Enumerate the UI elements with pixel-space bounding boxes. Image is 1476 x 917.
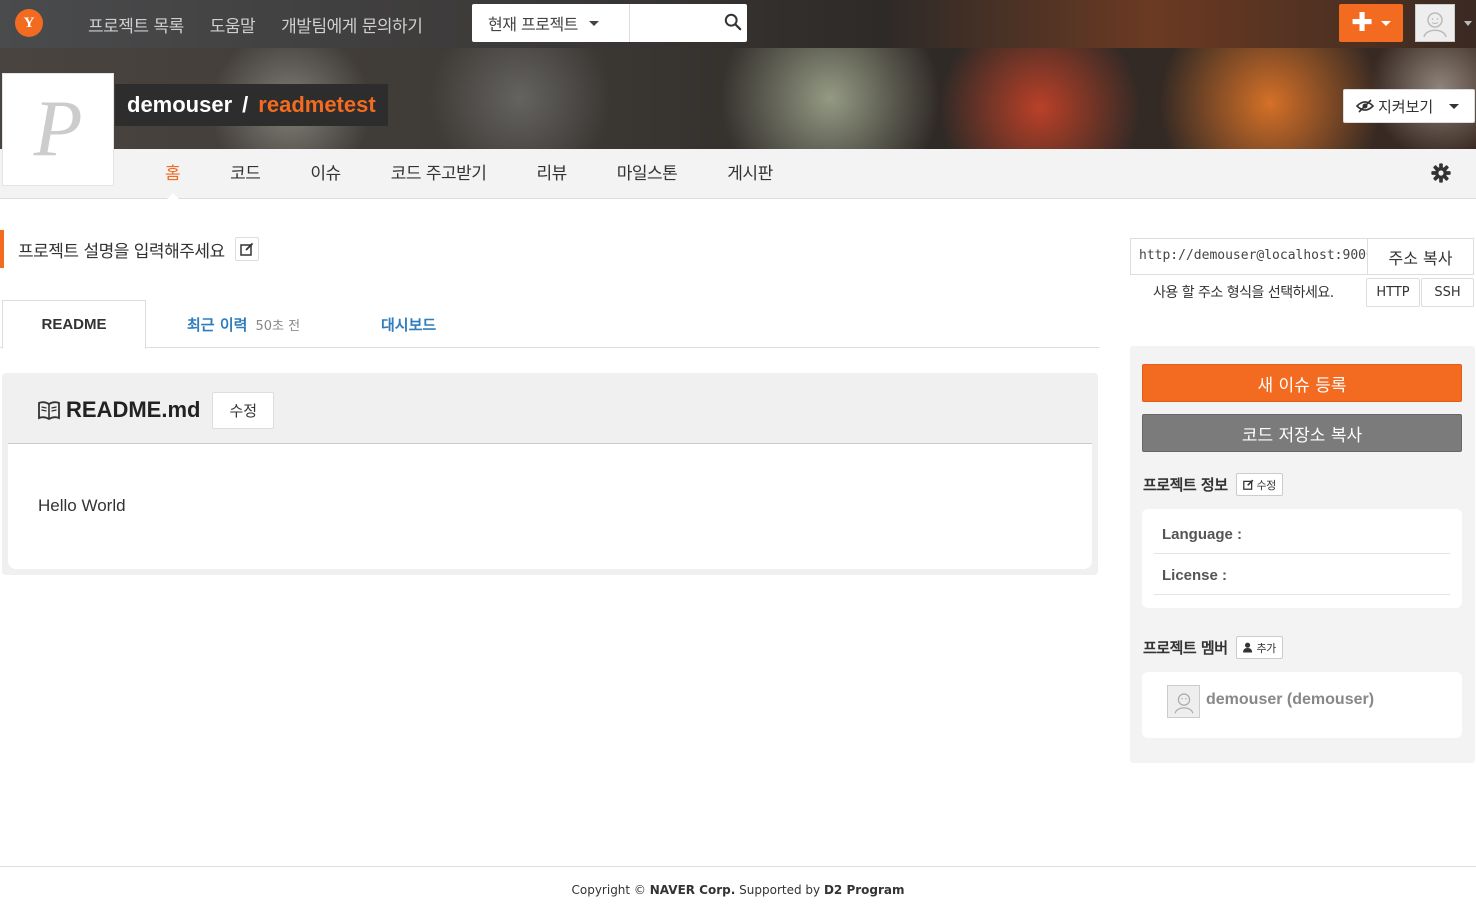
- tab-code[interactable]: 코드: [205, 149, 285, 199]
- readme-panel: README.md 수정 Hello World: [2, 373, 1098, 575]
- chevron-down-icon: [1449, 103, 1460, 109]
- project-description-text: 프로젝트 설명을 입력해주세요: [18, 241, 225, 262]
- search-scope-dropdown[interactable]: 현재 프로젝트: [472, 4, 630, 42]
- home-tabs: README 최근 이력 50초 전 대시보드: [0, 300, 1099, 349]
- project-title-separator: /: [242, 92, 249, 117]
- footer-text: Copyright © NAVER Corp. Supported by D2 …: [0, 883, 1476, 897]
- tab-dashboard[interactable]: 대시보드: [381, 300, 436, 348]
- project-sidebar: 새 이슈 등록 코드 저장소 복사 프로젝트 정보 수정 Language : …: [1130, 346, 1475, 763]
- edit-project-info-button[interactable]: 수정: [1235, 473, 1283, 496]
- user-avatar[interactable]: [1415, 4, 1455, 42]
- clone-url-field[interactable]: http://demouser@localhost:9000/demouser/…: [1130, 238, 1367, 275]
- tab-issues[interactable]: 이슈: [285, 149, 365, 199]
- recent-history-time: 50초 전: [255, 318, 301, 334]
- user-avatar-icon: [1423, 12, 1447, 38]
- gear-icon[interactable]: [1430, 162, 1452, 184]
- footer-supported: Supported by: [739, 883, 821, 897]
- chevron-down-icon: [588, 20, 599, 26]
- watch-label: 지켜보기: [1378, 97, 1434, 116]
- recent-history-label: 최근 이력: [187, 315, 248, 334]
- project-logo-letter: P: [33, 85, 83, 173]
- nav-help[interactable]: 도움말: [210, 12, 256, 37]
- chevron-down-icon: [1380, 20, 1391, 26]
- footer-corp: NAVER Corp.: [649, 883, 736, 897]
- license-row: License :: [1154, 555, 1450, 595]
- user-add-icon: [1242, 642, 1252, 653]
- readme-body-text: Hello World: [38, 496, 126, 515]
- edit-icon: [239, 242, 253, 256]
- add-member-label: 추가: [1256, 641, 1277, 655]
- protocol-hint: 사용 할 주소 형식을 선택하세요.: [1153, 285, 1334, 301]
- app-logo-icon[interactable]: Y: [15, 9, 43, 37]
- new-issue-button[interactable]: 새 이슈 등록: [1142, 364, 1462, 402]
- edit-description-button[interactable]: [234, 237, 259, 261]
- readme-header: README.md 수정: [38, 391, 275, 429]
- tab-review[interactable]: 리뷰: [511, 149, 591, 199]
- nav-contact-dev-team[interactable]: 개발팀에게 문의하기: [281, 12, 423, 37]
- readme-edit-button[interactable]: 수정: [212, 391, 275, 429]
- footer-copyright: Copyright ©: [571, 883, 646, 897]
- tab-home[interactable]: 홈: [140, 149, 205, 200]
- nav-project-list[interactable]: 프로젝트 목록: [88, 12, 184, 37]
- project-owner-link[interactable]: demouser: [127, 92, 232, 118]
- plus-icon: ✚: [1351, 8, 1373, 38]
- fork-repo-button[interactable]: 코드 저장소 복사: [1142, 414, 1462, 452]
- search-icon[interactable]: [724, 13, 742, 31]
- tab-pull-requests[interactable]: 코드 주고받기: [366, 149, 512, 199]
- project-members-section: 프로젝트 멤버 추가: [1143, 636, 1283, 659]
- tab-recent-history[interactable]: 최근 이력 50초 전: [187, 300, 300, 348]
- project-title: demouser / readmetest: [115, 84, 388, 126]
- copy-address-button[interactable]: 주소 복사: [1367, 238, 1474, 275]
- tab-milestones[interactable]: 마일스톤: [592, 149, 703, 199]
- edit-project-info-label: 수정: [1256, 478, 1277, 492]
- search-input[interactable]: [632, 6, 722, 40]
- tab-board[interactable]: 게시판: [702, 149, 797, 199]
- eye-slash-icon: [1356, 99, 1374, 113]
- footer: Copyright © NAVER Corp. Supported by D2 …: [0, 866, 1476, 917]
- project-members-title: 프로젝트 멤버: [1143, 639, 1228, 657]
- project-name-link[interactable]: readmetest: [258, 92, 375, 118]
- project-subnav: 홈 코드 이슈 코드 주고받기 리뷰 마일스톤 게시판: [0, 149, 1476, 200]
- top-nav: 프로젝트 목록 도움말 개발팀에게 문의하기: [88, 12, 423, 37]
- search-box: 현재 프로젝트: [472, 4, 747, 42]
- user-menu-caret-icon[interactable]: [1464, 21, 1472, 26]
- tab-readme[interactable]: README: [2, 300, 146, 349]
- project-description: 프로젝트 설명을 입력해주세요: [0, 230, 259, 268]
- project-info-title: 프로젝트 정보: [1143, 476, 1228, 494]
- readme-content: Hello World: [8, 443, 1092, 569]
- member-list: demouser (demouser): [1142, 672, 1462, 738]
- readme-filename: README.md: [66, 397, 201, 422]
- project-logo: P: [2, 73, 114, 186]
- user-avatar-icon: [1174, 692, 1193, 713]
- project-info-box: Language : License :: [1142, 509, 1462, 608]
- project-info-section: 프로젝트 정보 수정: [1143, 473, 1283, 496]
- search-scope-label: 현재 프로젝트: [488, 15, 578, 34]
- add-member-button[interactable]: 추가: [1235, 636, 1283, 659]
- member-avatar[interactable]: [1167, 685, 1200, 718]
- top-navbar: Y 프로젝트 목록 도움말 개발팀에게 문의하기 현재 프로젝트 ✚: [0, 0, 1476, 48]
- create-new-button[interactable]: ✚: [1339, 4, 1403, 42]
- language-row: Language :: [1154, 514, 1450, 554]
- book-icon: [38, 401, 60, 420]
- protocol-http-button[interactable]: HTTP: [1366, 278, 1420, 307]
- edit-icon: [1242, 479, 1253, 490]
- footer-program-link[interactable]: D2 Program: [824, 883, 905, 897]
- watch-button[interactable]: 지켜보기: [1343, 89, 1475, 123]
- protocol-ssh-button[interactable]: SSH: [1421, 278, 1474, 307]
- member-name-link[interactable]: demouser (demouser): [1206, 691, 1374, 709]
